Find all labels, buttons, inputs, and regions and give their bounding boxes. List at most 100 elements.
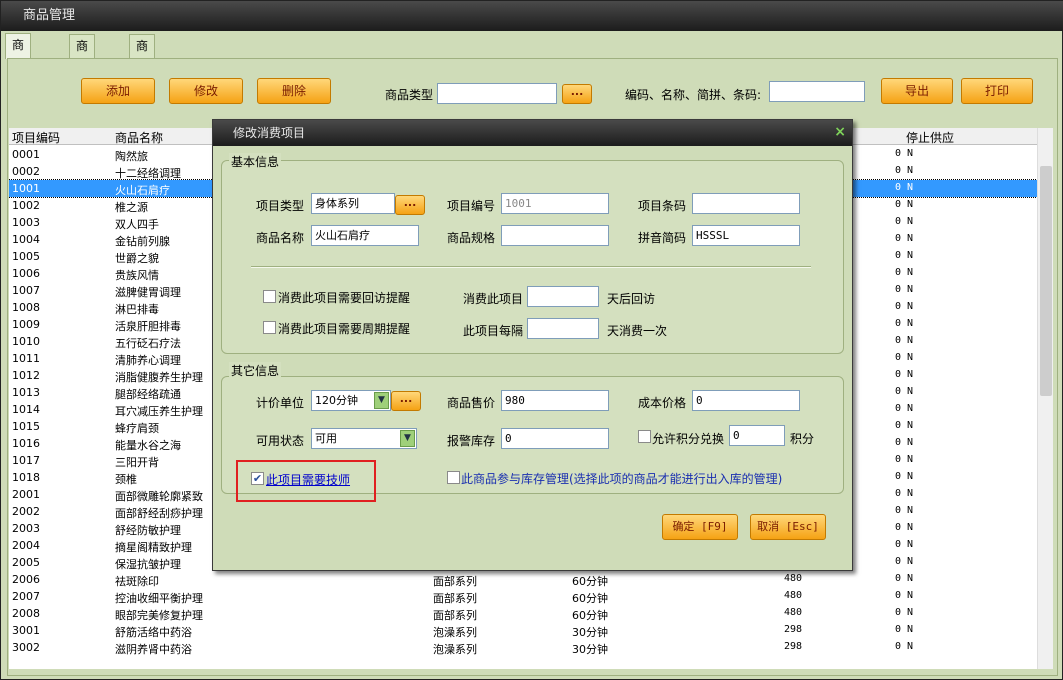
cell-stop: N	[907, 624, 914, 635]
header-code[interactable]: 项目编码	[12, 129, 60, 146]
spec-input[interactable]	[501, 225, 609, 246]
cell-code: 1005	[12, 250, 40, 263]
close-icon[interactable]: ×	[834, 120, 846, 144]
cell-stop: N	[907, 607, 914, 618]
cycle-checkbox[interactable]	[263, 321, 276, 334]
pinyin-input[interactable]: HSSSL	[692, 225, 800, 246]
cell-code: 1012	[12, 369, 40, 382]
name-input[interactable]: 火山石肩疗	[311, 225, 419, 246]
header-name[interactable]: 商品名称	[115, 129, 163, 146]
table-row[interactable]: 2007 控油收细平衡护理 面部系列 60分钟 480 0 N	[9, 588, 1037, 605]
cell-code: 1013	[12, 386, 40, 399]
chevron-down-icon[interactable]: ▼	[400, 430, 415, 447]
cell-unit: 30分钟	[572, 643, 608, 656]
cell-qty: 0	[895, 556, 902, 567]
cell-qty: 0	[895, 352, 902, 363]
cell-name: 舒筋活络中药浴	[115, 626, 192, 639]
dialog-title-text: 修改消费项目	[233, 126, 306, 140]
points-checkbox[interactable]	[638, 430, 651, 443]
price-label: 商品售价	[447, 396, 496, 410]
cell-stop: N	[907, 284, 914, 295]
cell-name: 陶然旅	[115, 150, 148, 163]
cell-name: 五行砭石疗法	[115, 337, 181, 350]
unit-picker-button[interactable]: ...	[391, 391, 421, 411]
points-input[interactable]: 0	[729, 425, 785, 446]
cancel-button[interactable]: 取消 [Esc]	[750, 514, 826, 540]
alarm-input[interactable]: 0	[501, 428, 609, 449]
table-row[interactable]: 2008 眼部完美修复护理 面部系列 60分钟 480 0 N	[9, 605, 1037, 622]
tab-category[interactable]: 商品大类	[69, 34, 96, 119]
search-label: 编码、名称、简拼、条码:	[625, 88, 762, 102]
cell-code: 1018	[12, 471, 40, 484]
cell-code: 1010	[12, 335, 40, 348]
cell-name: 耳穴减压养生护理	[115, 405, 203, 418]
search-input[interactable]	[769, 81, 865, 102]
item-type-input[interactable]: 身体系列	[311, 193, 395, 214]
cell-stop: N	[907, 573, 914, 584]
tab-goods-info[interactable]: 商品信息	[5, 33, 32, 118]
type-picker-button[interactable]: ...	[562, 84, 592, 104]
cell-name: 能量水谷之海	[115, 439, 181, 452]
status-label: 可用状态	[256, 434, 305, 448]
cell-code: 1009	[12, 318, 40, 331]
cell-name: 淋巴排毒	[115, 303, 159, 316]
cell-code: 0002	[12, 165, 40, 178]
cell-code: 2002	[12, 505, 40, 518]
name-label: 商品名称	[256, 231, 305, 245]
cell-name: 三阳开背	[115, 456, 159, 469]
export-button[interactable]: 导出	[881, 78, 953, 104]
cell-name: 面部舒经刮痧护理	[115, 507, 203, 520]
revisit-days-input[interactable]	[527, 286, 599, 307]
cell-stop: N	[907, 267, 914, 278]
chevron-down-icon[interactable]: ▼	[374, 392, 389, 409]
cell-qty: 0	[895, 641, 902, 652]
cell-name: 世爵之貌	[115, 252, 159, 265]
table-row[interactable]: 3002 滋阴养肾中药浴 泡澡系列 30分钟 298 0 N	[9, 639, 1037, 656]
cell-stop: N	[907, 233, 914, 244]
item-type-picker-button[interactable]: ...	[395, 195, 425, 215]
cell-code: 2007	[12, 590, 40, 603]
revisit-checkbox[interactable]	[263, 290, 276, 303]
table-row[interactable]: 3001 舒筋活络中药浴 泡澡系列 30分钟 298 0 N	[9, 622, 1037, 639]
header-stop[interactable]: 停止供应	[906, 129, 954, 146]
stock-checkbox[interactable]	[447, 471, 460, 484]
cell-code: 1017	[12, 454, 40, 467]
cell-name: 清肺养心调理	[115, 354, 181, 367]
cell-name: 眼部完美修复护理	[115, 609, 203, 622]
tech-checkbox[interactable]: ✔	[251, 472, 264, 485]
price-input[interactable]: 980	[501, 390, 609, 411]
print-button[interactable]: 打印	[961, 78, 1033, 104]
table-row[interactable]: 2006 祛斑除印 面部系列 60分钟 480 0 N	[9, 571, 1037, 588]
edit-button[interactable]: 修改	[169, 78, 243, 104]
cell-qty: 0	[895, 488, 902, 499]
status-select[interactable]: 可用 ▼	[311, 428, 417, 449]
cell-qty: 0	[895, 386, 902, 397]
type-input[interactable]	[437, 83, 557, 104]
add-button[interactable]: 添加	[81, 78, 155, 104]
cell-stop: N	[907, 505, 914, 516]
cell-stop: N	[907, 216, 914, 227]
barcode-input[interactable]	[692, 193, 800, 214]
delete-button[interactable]: 删除	[257, 78, 331, 104]
cell-price: 480	[784, 607, 803, 618]
cycle-post-label: 天消费一次	[607, 324, 668, 338]
cell-qty: 0	[895, 318, 902, 329]
scroll-thumb[interactable]	[1040, 166, 1052, 396]
cell-name: 双人四手	[115, 218, 159, 231]
tab-subcategory[interactable]: 商品小类	[129, 34, 156, 119]
cell-code: 3001	[12, 624, 40, 637]
cost-input[interactable]: 0	[692, 390, 800, 411]
cell-qty: 0	[895, 624, 902, 635]
other-info-title: 其它信息	[229, 362, 282, 379]
vertical-scrollbar[interactable]	[1037, 128, 1053, 669]
cell-name: 舒经防敏护理	[115, 524, 181, 537]
item-type-label: 项目类型	[256, 199, 305, 213]
cycle-days-input[interactable]	[527, 318, 599, 339]
cell-qty: 0	[895, 284, 902, 295]
unit-select[interactable]: 120分钟 ▼	[311, 390, 391, 411]
confirm-button[interactable]: 确定 [F9]	[662, 514, 738, 540]
edit-item-dialog: 修改消费项目 × 基本信息 项目类型 身体系列 ... 项目编号 1001 项目…	[212, 119, 853, 571]
cell-name: 活泉肝胆排毒	[115, 320, 181, 333]
tech-checkbox-label[interactable]: 此项目需要技师	[266, 471, 350, 488]
revisit-pre-label: 消费此项目	[463, 292, 524, 306]
